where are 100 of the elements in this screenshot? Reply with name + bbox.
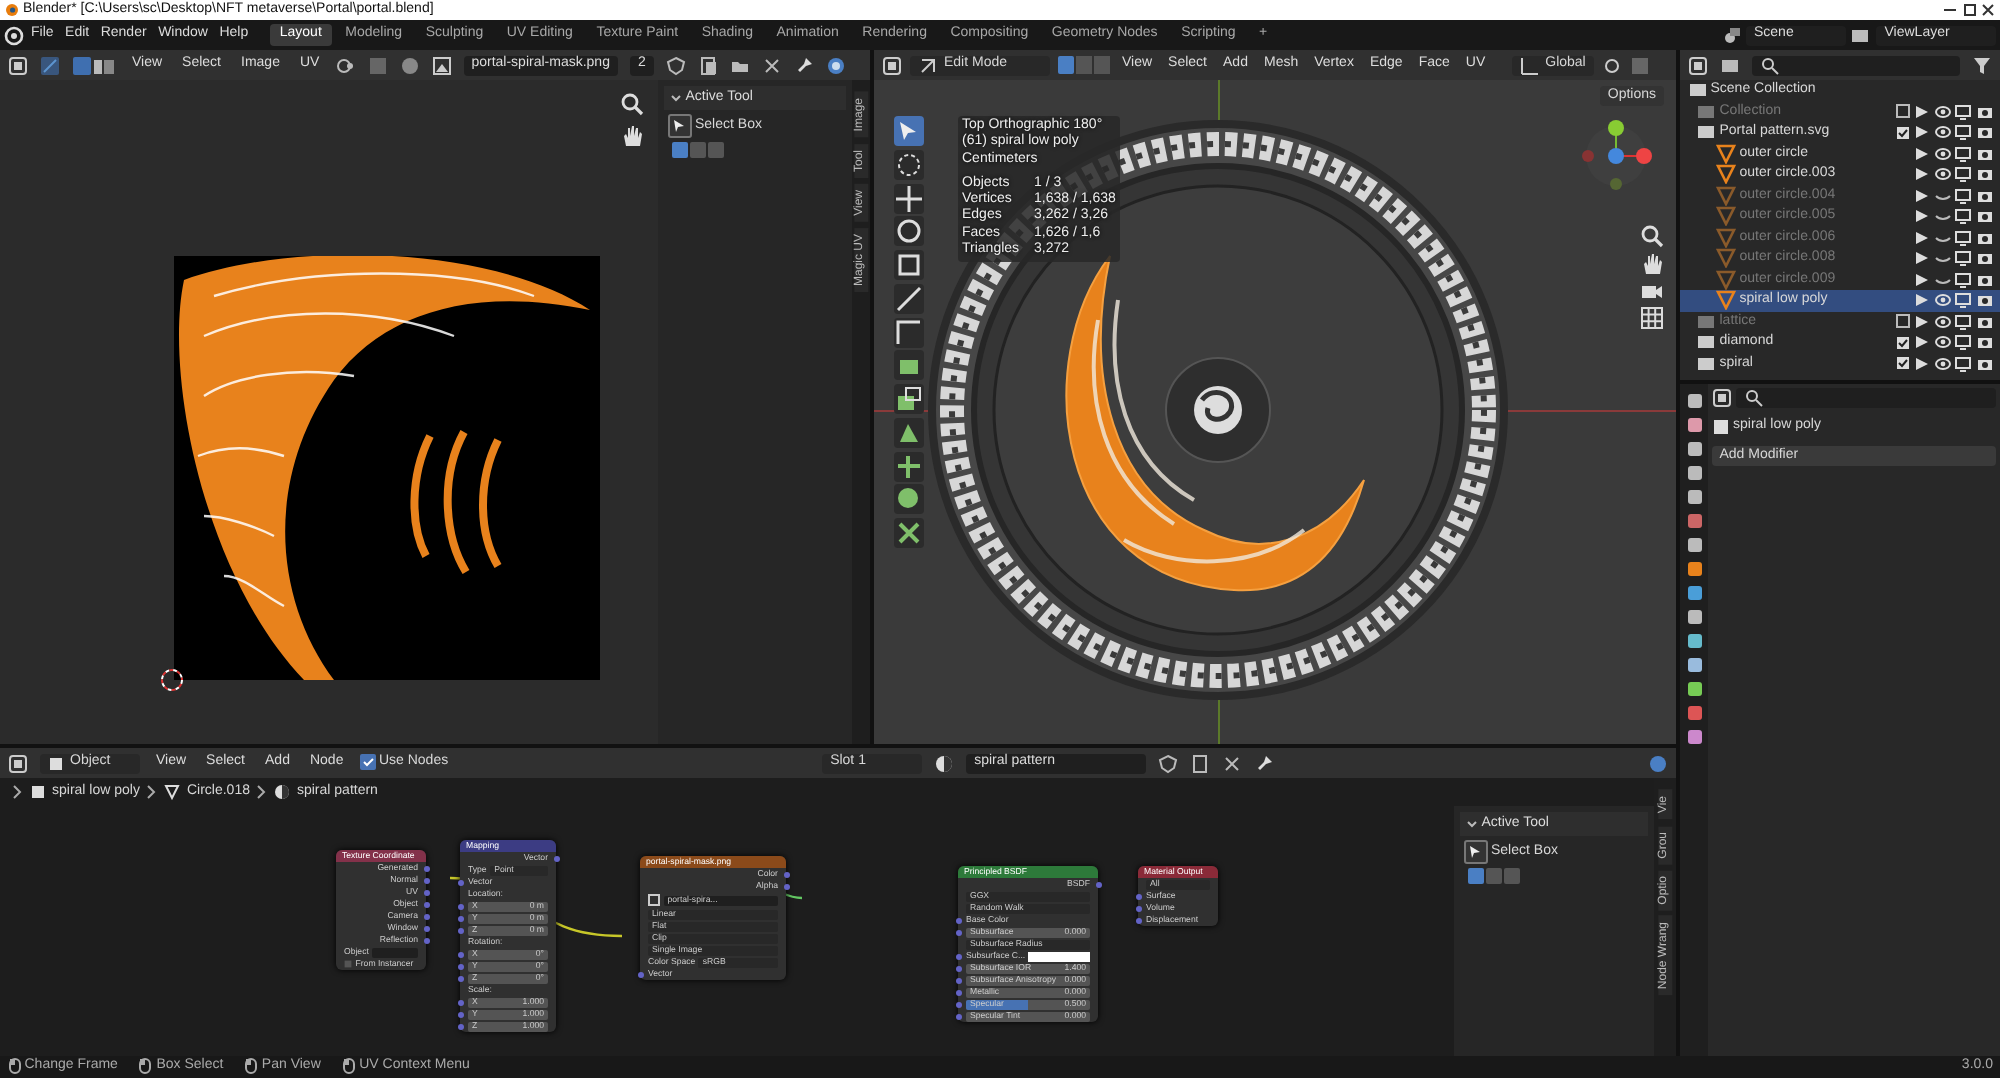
socket-dot[interactable]	[457, 927, 463, 933]
overlay-icon[interactable]	[825, 55, 846, 75]
cursor-icon[interactable]	[894, 149, 924, 180]
shield-icon[interactable]	[1158, 753, 1179, 773]
rotate-icon[interactable]	[894, 216, 924, 247]
socket-dot[interactable]	[457, 999, 463, 1005]
eye-icon[interactable]	[1933, 334, 1951, 351]
eye-icon[interactable]	[1933, 166, 1951, 183]
checkbox[interactable]	[1896, 335, 1910, 350]
eye-icon[interactable]	[1933, 145, 1951, 162]
camera-icon[interactable]	[1976, 145, 1994, 162]
checkbox[interactable]	[1896, 125, 1910, 140]
camera-icon[interactable]	[1976, 355, 1994, 372]
scene-icon[interactable]	[1722, 25, 1743, 45]
editor-type-icon[interactable]	[1711, 387, 1732, 408]
socket-dot[interactable]	[457, 963, 463, 969]
socket-dot[interactable]	[423, 865, 429, 871]
socket-dot[interactable]	[955, 917, 961, 923]
scale-icon[interactable]	[894, 250, 924, 280]
annotate-icon[interactable]	[894, 283, 924, 314]
selection-mode-icons[interactable]	[1468, 867, 1520, 884]
monitor-icon[interactable]	[1954, 103, 1973, 120]
monitor-icon[interactable]	[1954, 313, 1973, 330]
select-box-icon[interactable]	[1463, 840, 1488, 865]
editor-type-icon[interactable]	[1688, 55, 1708, 75]
socket-dot[interactable]	[457, 1011, 463, 1017]
inset-icon[interactable]	[894, 384, 924, 414]
shield-icon[interactable]	[665, 55, 686, 75]
camera-icon[interactable]	[1976, 271, 1994, 288]
eye-icon[interactable]	[1933, 124, 1951, 141]
select-mode-icon[interactable]	[1058, 56, 1110, 74]
poly-build-icon[interactable]	[894, 518, 924, 548]
monitor-icon[interactable]	[1954, 292, 1973, 309]
monitor-icon[interactable]	[1954, 124, 1973, 141]
duplicate-icon[interactable]	[697, 55, 718, 75]
monitor-icon[interactable]	[1954, 208, 1973, 225]
camera-icon[interactable]	[1976, 229, 1994, 246]
duplicate-icon[interactable]	[1190, 753, 1211, 773]
monitor-icon[interactable]	[1954, 334, 1973, 351]
monitor-icon[interactable]	[1954, 271, 1973, 288]
filter-icon[interactable]	[1972, 55, 1992, 75]
close-icon[interactable]	[761, 55, 782, 75]
editor-type-icon[interactable]	[8, 753, 28, 773]
socket-dot[interactable]	[955, 977, 961, 983]
monitor-icon[interactable]	[1954, 145, 1973, 162]
socket-dot[interactable]	[1135, 917, 1141, 923]
maximize-icon[interactable]	[1961, 2, 1977, 18]
eye-icon[interactable]	[1933, 355, 1951, 372]
socket-dot[interactable]	[783, 871, 789, 877]
camera-icon[interactable]	[1976, 187, 1994, 204]
socket-dot[interactable]	[423, 913, 429, 919]
search-field[interactable]	[1752, 55, 1960, 75]
socket-dot[interactable]	[955, 1001, 961, 1007]
monitor-icon[interactable]	[1954, 229, 1973, 246]
move-icon[interactable]	[894, 183, 924, 213]
camera-icon[interactable]	[1976, 124, 1994, 141]
socket-dot[interactable]	[423, 889, 429, 895]
monitor-icon[interactable]	[1954, 166, 1973, 183]
monitor-icon[interactable]	[1954, 355, 1973, 372]
select-box-icon[interactable]	[667, 114, 692, 139]
socket-dot[interactable]	[457, 975, 463, 981]
socket-dot[interactable]	[955, 953, 961, 959]
search-field[interactable]	[1735, 387, 1997, 408]
socket-dot[interactable]	[423, 937, 429, 943]
image-icon[interactable]	[648, 894, 660, 906]
zoom-icon[interactable]	[620, 92, 644, 116]
editor-type-icon[interactable]	[8, 55, 28, 75]
image-icon[interactable]	[431, 55, 452, 75]
close-icon[interactable]	[1222, 753, 1243, 773]
checkbox[interactable]	[344, 960, 352, 968]
socket-dot[interactable]	[955, 929, 961, 935]
socket-dot[interactable]	[457, 903, 463, 909]
color-swatch[interactable]	[1028, 951, 1090, 961]
editor-type-icon[interactable]	[882, 55, 902, 75]
camera-icon[interactable]	[1976, 103, 1994, 120]
blender-logo-icon[interactable]	[3, 25, 24, 45]
checkbox[interactable]	[1896, 314, 1910, 329]
loop-cut-icon[interactable]	[894, 451, 924, 481]
eye-icon[interactable]	[1933, 103, 1951, 120]
socket-dot[interactable]	[423, 925, 429, 931]
socket-dot[interactable]	[553, 855, 559, 861]
measure-icon[interactable]	[894, 317, 924, 347]
camera-icon[interactable]	[1976, 334, 1994, 351]
camera-icon[interactable]	[1976, 208, 1994, 225]
checkbox[interactable]	[1896, 104, 1910, 119]
zoom-icon[interactable]	[1640, 224, 1664, 248]
close-icon[interactable]	[1980, 2, 1997, 18]
socket-dot[interactable]	[457, 951, 463, 957]
socket-dot[interactable]	[955, 965, 961, 971]
eye-icon[interactable]	[1933, 292, 1951, 309]
select-mode-icon[interactable]	[72, 55, 116, 75]
monitor-icon[interactable]	[1954, 250, 1973, 267]
socket-dot[interactable]	[637, 971, 643, 977]
socket-dot[interactable]	[783, 883, 789, 889]
view-layer-icon[interactable]	[1849, 25, 1870, 45]
eye-icon[interactable]	[1933, 313, 1951, 330]
socket-dot[interactable]	[457, 1023, 463, 1029]
socket-dot[interactable]	[1135, 905, 1141, 911]
socket-dot[interactable]	[457, 879, 463, 885]
checkbox[interactable]	[1896, 356, 1910, 371]
